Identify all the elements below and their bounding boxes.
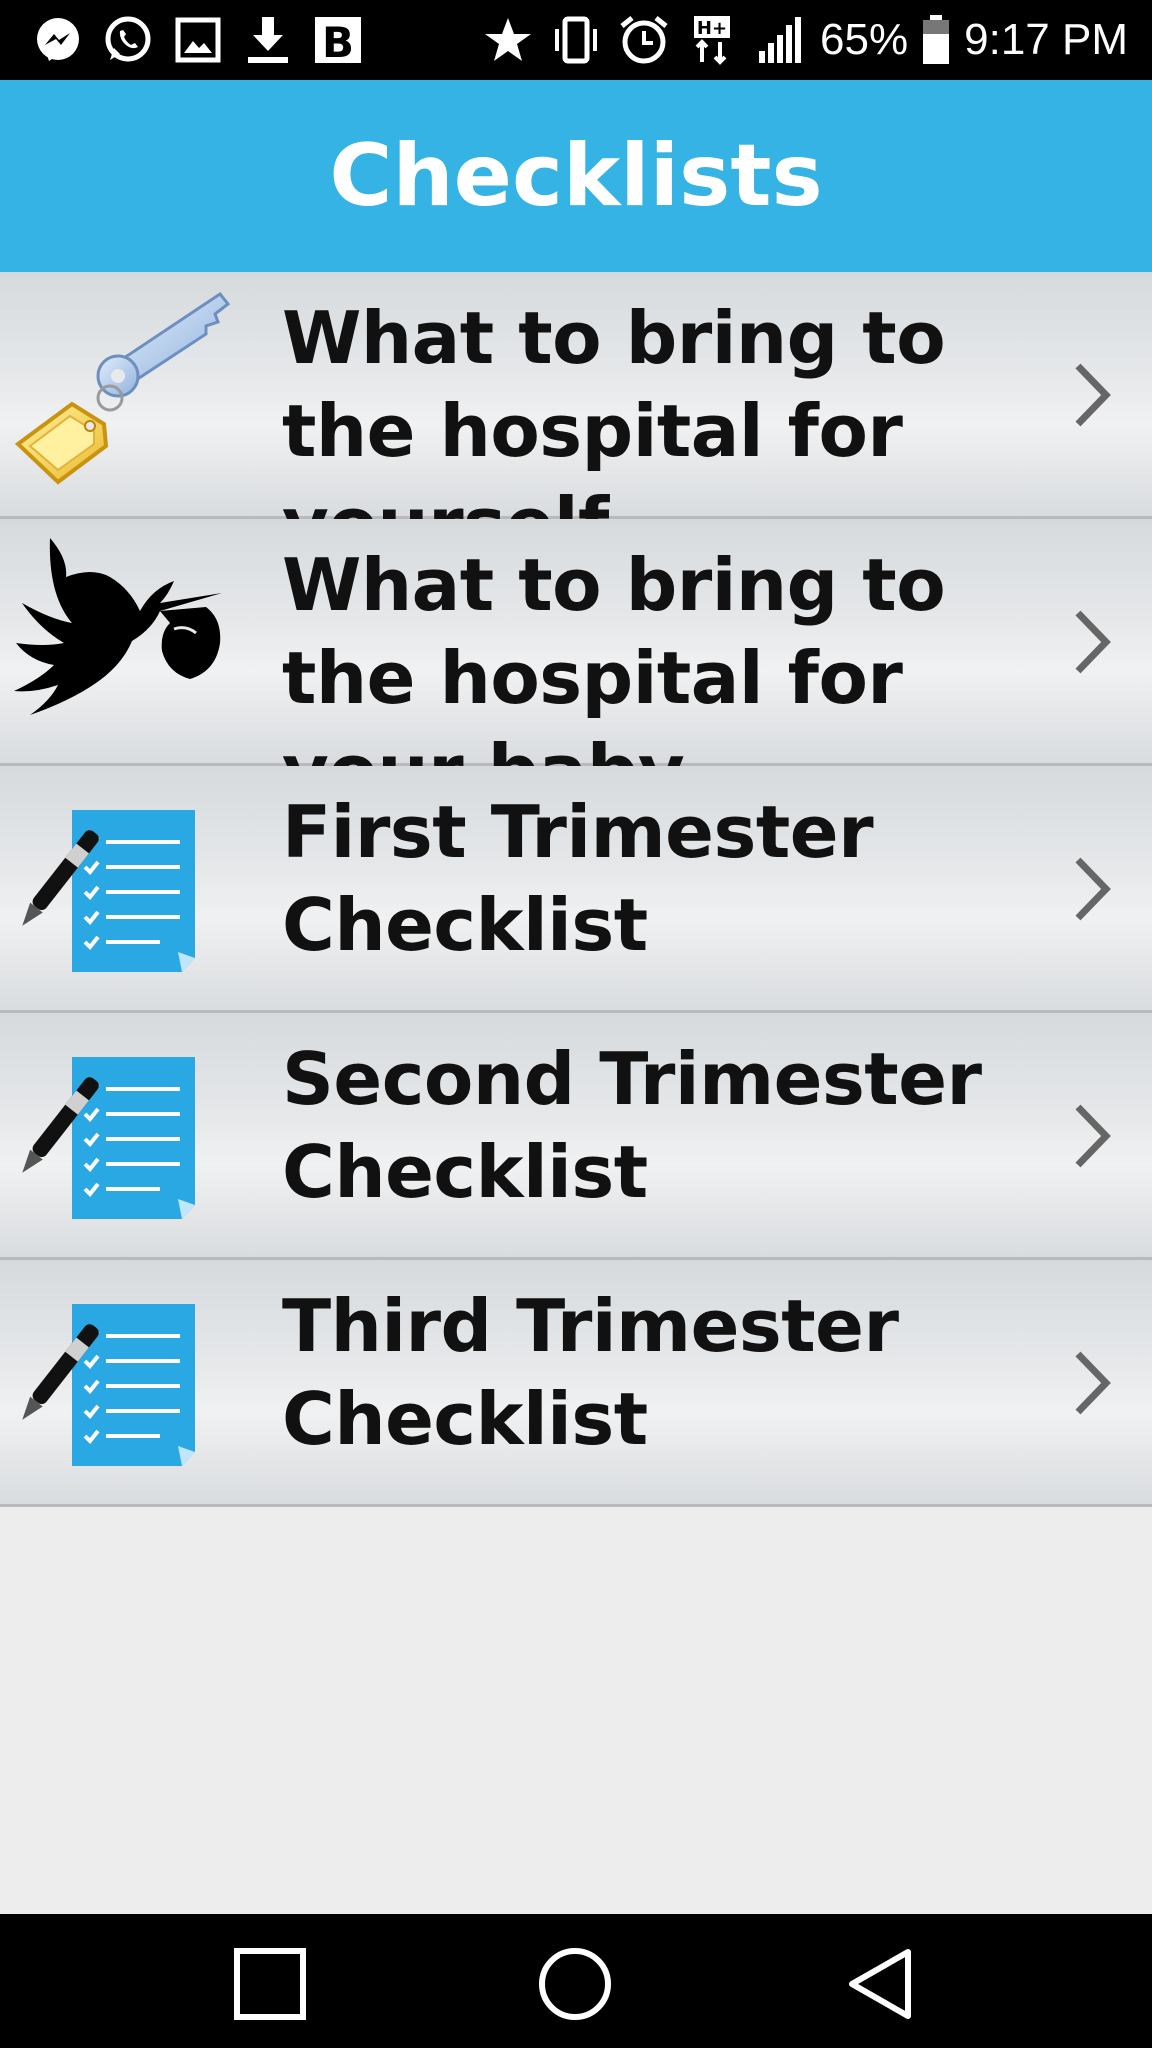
- chevron-right-icon: [1072, 362, 1112, 428]
- list-item[interactable]: First Trimester Checklist: [0, 766, 1152, 1013]
- chevron-right-icon: [1072, 856, 1112, 922]
- checklist-list: What to bring to the hospital for yourse…: [0, 272, 1152, 1507]
- clock: 9:17 PM: [964, 15, 1128, 64]
- messenger-icon: [30, 12, 86, 68]
- network-hplus-icon: H+: [684, 12, 740, 68]
- list-item-label: Third Trimester Checklist: [282, 1284, 899, 1461]
- chevron-right-icon: [1072, 609, 1112, 675]
- home-button[interactable]: [535, 1944, 615, 2024]
- chevron-right-icon: [1072, 1350, 1112, 1416]
- navigation-bar: [0, 1914, 1152, 2048]
- checklist-icon: [10, 1274, 240, 1490]
- notification-icons: B: [30, 12, 366, 68]
- network-badge-label: H+: [697, 18, 727, 39]
- checklist-icon: [10, 1027, 240, 1243]
- vibrate-icon: [548, 12, 604, 68]
- recent-apps-button[interactable]: [230, 1944, 310, 2024]
- battery-percent: 65%: [820, 15, 909, 64]
- stork-icon: [10, 533, 240, 749]
- gallery-icon: [170, 12, 226, 68]
- app-header: Checklists: [0, 80, 1152, 272]
- signal-icon: [752, 12, 808, 68]
- list-item[interactable]: What to bring to the hospital for your b…: [0, 519, 1152, 813]
- list-item[interactable]: Third Trimester Checklist: [0, 1260, 1152, 1507]
- download-icon: [240, 12, 296, 68]
- list-item[interactable]: Second Trimester Checklist: [0, 1013, 1152, 1260]
- page-title: Checklists: [329, 126, 823, 226]
- keys-icon: [10, 286, 240, 502]
- star-icon: [480, 12, 536, 68]
- system-status: H+ 65% 9:17 PM: [480, 12, 1128, 68]
- b-app-icon: B: [310, 12, 366, 68]
- list-item[interactable]: What to bring to the hospital for yourse…: [0, 272, 1152, 566]
- checklist-icon: [10, 780, 240, 996]
- list-item-label: Second Trimester Checklist: [282, 1037, 982, 1214]
- battery-icon: [920, 12, 952, 68]
- back-button[interactable]: [840, 1944, 920, 2024]
- alarm-icon: [616, 12, 672, 68]
- chevron-right-icon: [1072, 1103, 1112, 1169]
- status-bar: B H+ 65% 9:17 PM: [0, 0, 1152, 80]
- svg-text:B: B: [322, 18, 354, 65]
- whatsapp-icon: [100, 12, 156, 68]
- list-item-label: First Trimester Checklist: [282, 790, 874, 967]
